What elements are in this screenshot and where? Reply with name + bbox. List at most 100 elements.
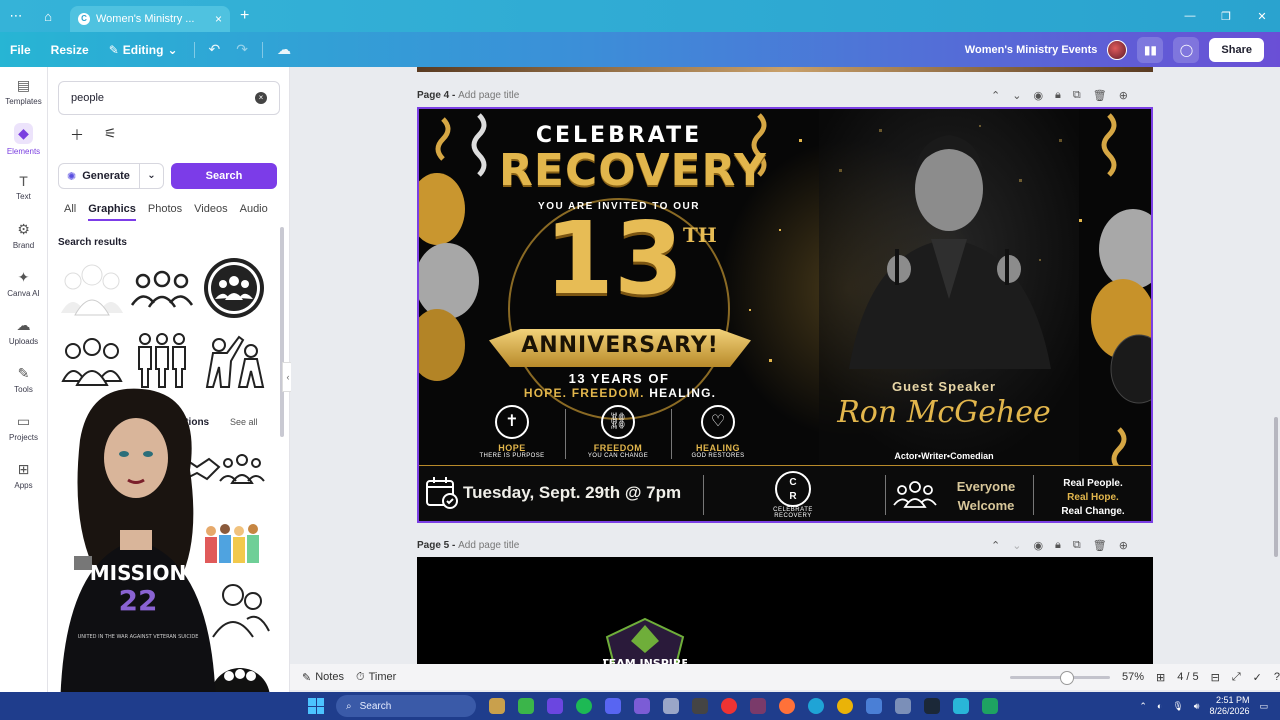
people-circle-graphic[interactable]	[200, 257, 268, 319]
event-date[interactable]: Tuesday, Sept. 29th @ 7pm	[463, 483, 681, 503]
browser-tab[interactable]: C Women's Ministry ... ×	[70, 6, 230, 32]
minimize-button[interactable]: —	[1172, 10, 1208, 23]
tab-all[interactable]: All	[64, 203, 76, 221]
check-icon[interactable]: ✓	[1253, 671, 1262, 684]
view-options-icon[interactable]: ⊟	[1211, 671, 1220, 684]
duplicate-icon[interactable]: ⧉	[1073, 539, 1081, 552]
tab-photos[interactable]: Photos	[148, 203, 182, 221]
chrome-app-icon[interactable]	[837, 698, 853, 714]
rail-brand[interactable]: ⚙ Brand	[0, 211, 47, 259]
search-input[interactable]: people ×	[58, 81, 280, 115]
tab-graphics[interactable]: Graphics	[88, 203, 136, 221]
page-5-label[interactable]: Page 5 - Add page title	[417, 540, 519, 551]
settings-app-icon[interactable]	[895, 698, 911, 714]
add-page-title[interactable]: Add page title	[458, 90, 519, 101]
add-page-icon[interactable]: ⊕	[1119, 539, 1128, 552]
speaker-name-signature[interactable]: Ron McGehee	[819, 395, 1069, 430]
redo-icon[interactable]: ↷	[228, 41, 256, 58]
notepad-app-icon[interactable]	[866, 698, 882, 714]
chevron-down-icon[interactable]: ⌄	[1012, 539, 1021, 552]
design-page-5[interactable]	[417, 557, 1153, 665]
add-page-title[interactable]: Add page title	[458, 540, 519, 551]
taskbar-search[interactable]: ⌕ Search	[336, 695, 476, 717]
rail-uploads[interactable]: ☁ Uploads	[0, 307, 47, 355]
guest-speaker-label[interactable]: Guest Speaker	[819, 379, 1069, 394]
notification-icon[interactable]: ▭	[1259, 701, 1268, 712]
real-taglines[interactable]: Real People. Real Hope. Real Change.	[1047, 477, 1139, 519]
project-title[interactable]: Women's Ministry Events	[965, 44, 1098, 56]
windows-start-icon[interactable]	[308, 698, 324, 714]
game-app-icon[interactable]	[518, 698, 534, 714]
tab-videos[interactable]: Videos	[194, 203, 227, 221]
network-icon[interactable]: ◐	[1157, 701, 1162, 711]
widget-app-icon[interactable]	[489, 698, 505, 714]
generate-button[interactable]: ✺ Generate ⌄	[58, 163, 164, 189]
anniversary-number[interactable]: 13	[529, 209, 699, 309]
rail-text[interactable]: T Text	[0, 163, 47, 211]
trash-icon[interactable]: 🗑︎	[1093, 539, 1107, 552]
tab-audio[interactable]: Audio	[240, 203, 268, 221]
anniversary-ordinal[interactable]: TH	[683, 223, 717, 247]
app-icon[interactable]	[750, 698, 766, 714]
opera-app-icon[interactable]	[721, 698, 737, 714]
rail-elements[interactable]: ◆ Elements	[0, 115, 47, 163]
undo-icon[interactable]: ↶	[201, 41, 229, 58]
rail-templates[interactable]: ▤ Templates	[0, 67, 47, 115]
fullscreen-icon[interactable]: ⤢	[1232, 671, 1241, 684]
resize-button[interactable]: Resize	[41, 43, 99, 57]
clock[interactable]: 2:51 PM 8/26/2026	[1209, 695, 1249, 717]
grid-view-icon[interactable]: ⊞	[1156, 671, 1165, 684]
speaker-role[interactable]: Actor•Writer•Comedian	[819, 451, 1069, 461]
anniversary-text[interactable]: ANNIVERSARY!	[489, 333, 751, 358]
maximize-button[interactable]: ❐	[1208, 10, 1244, 23]
timer-button[interactable]: ⏱ Timer	[356, 671, 396, 684]
home-icon[interactable]: ⌂	[32, 9, 64, 24]
zoom-slider[interactable]	[1010, 671, 1110, 685]
trash-icon[interactable]: 🗑︎	[1093, 89, 1107, 102]
steam-app-icon[interactable]	[924, 698, 940, 714]
search-button[interactable]: Search	[171, 163, 277, 189]
microphone-icon[interactable]: 🎙︎	[1172, 701, 1183, 712]
user-avatar[interactable]	[1107, 39, 1128, 60]
chevron-down-icon[interactable]: ⌄	[1012, 89, 1021, 102]
comment-icon[interactable]: ◯	[1173, 36, 1200, 63]
lock-icon[interactable]: 🔒︎	[1055, 89, 1061, 102]
everyone-welcome-text[interactable]: Everyone Welcome	[949, 477, 1023, 515]
app-icon[interactable]	[663, 698, 679, 714]
hope-freedom-healing-text[interactable]: HOPE. FREEDOM. HEALING.	[489, 386, 751, 400]
canva-app-icon[interactable]	[953, 698, 969, 714]
celebrate-recovery-logo[interactable]: C R	[775, 471, 811, 507]
pillar-freedom[interactable]: ⛓ FREEDOM YOU CAN CHANGE	[573, 405, 663, 459]
chevron-up-icon[interactable]: ⌃	[1139, 701, 1147, 712]
menu-icon[interactable]: ⋯	[0, 8, 32, 24]
rail-canva-ai[interactable]: ✦ Canva AI	[0, 259, 47, 307]
calendar-app-icon[interactable]	[634, 698, 650, 714]
people-outline-graphic[interactable]	[128, 257, 196, 319]
close-window-button[interactable]: ✕	[1244, 10, 1280, 23]
obs-app-icon[interactable]	[692, 698, 708, 714]
page-count[interactable]: 4 / 5	[1177, 671, 1198, 683]
cloud-save-icon[interactable]: ☁	[269, 41, 299, 58]
insights-icon[interactable]: ▮▮	[1137, 36, 1164, 63]
pillar-hope[interactable]: ✝ HOPE THERE IS PURPOSE	[467, 405, 557, 459]
eye-icon[interactable]: ◉	[1033, 89, 1043, 102]
teams-app-icon[interactable]	[547, 698, 563, 714]
page-4-label[interactable]: Page 4 - Add page title	[417, 90, 519, 101]
help-icon[interactable]: ?	[1274, 671, 1280, 683]
canvas-scrollbar[interactable]	[1274, 417, 1278, 557]
pillar-healing[interactable]: ♡ HEALING GOD RESTORES	[673, 405, 763, 459]
discord-app-icon[interactable]	[605, 698, 621, 714]
panel-scrollbar[interactable]	[280, 227, 284, 437]
app-icon[interactable]	[982, 698, 998, 714]
editing-dropdown[interactable]: ✎ Editing ⌄	[99, 43, 188, 57]
add-page-icon[interactable]: ⊕	[1119, 89, 1128, 102]
spotify-app-icon[interactable]	[576, 698, 592, 714]
people-group-graphic[interactable]	[58, 257, 126, 319]
file-menu[interactable]: File	[0, 43, 41, 57]
add-icon[interactable]: ＋	[70, 125, 84, 145]
recovery-heading[interactable]: RECOVERY	[499, 145, 766, 196]
chevron-down-icon[interactable]: ⌄	[139, 164, 163, 188]
notes-button[interactable]: ✎ Notes	[302, 671, 344, 684]
speaker-icon[interactable]: 🔊︎	[1194, 701, 1200, 712]
edge-app-icon[interactable]	[808, 698, 824, 714]
